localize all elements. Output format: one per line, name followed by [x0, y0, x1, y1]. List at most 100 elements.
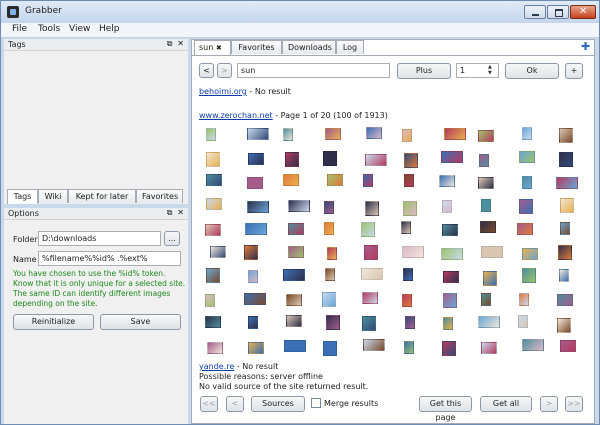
image-thumbnail[interactable] [247, 200, 269, 213]
image-thumbnail[interactable] [288, 199, 310, 212]
page-spinbox[interactable]: 1 [456, 63, 499, 78]
site-link[interactable]: behoimi.org [199, 87, 247, 96]
image-thumbnail[interactable] [560, 197, 574, 213]
image-thumbnail[interactable] [206, 197, 222, 210]
image-thumbnail[interactable] [323, 150, 337, 166]
save-button[interactable]: Save [100, 314, 181, 330]
next-page-button[interactable]: > [540, 396, 558, 412]
image-thumbnail[interactable] [248, 341, 264, 354]
image-thumbnail[interactable] [518, 315, 528, 328]
tab-log[interactable]: Log [336, 40, 364, 54]
image-thumbnail[interactable] [402, 129, 412, 142]
ok-button[interactable]: Ok [505, 63, 559, 79]
browse-folder-button[interactable]: ... [164, 231, 180, 246]
sources-button[interactable]: Sources [251, 396, 305, 412]
image-thumbnail[interactable] [559, 128, 573, 143]
image-thumbnail[interactable] [401, 221, 411, 234]
image-thumbnail[interactable] [404, 174, 414, 187]
image-thumbnail[interactable] [362, 316, 376, 331]
image-thumbnail[interactable] [326, 315, 340, 330]
image-thumbnail[interactable] [361, 222, 375, 237]
image-thumbnail[interactable] [325, 128, 341, 140]
image-thumbnail[interactable] [478, 130, 494, 142]
image-thumbnail[interactable] [403, 268, 413, 281]
maximize-button[interactable] [547, 5, 569, 19]
image-thumbnail[interactable] [244, 244, 258, 260]
close-icon[interactable]: ✕ [177, 39, 184, 48]
float-icon[interactable]: ⧉ [167, 208, 173, 217]
image-thumbnail[interactable] [481, 341, 497, 354]
add-tab-icon[interactable]: ✚ [581, 40, 590, 53]
image-thumbnail[interactable] [558, 244, 572, 260]
image-thumbnail[interactable] [206, 128, 216, 141]
tab-favorites[interactable]: Favorites [231, 40, 282, 54]
image-thumbnail[interactable] [519, 198, 533, 214]
tab-kept-for-later[interactable]: Kept for later [68, 189, 136, 203]
image-thumbnail[interactable] [404, 152, 418, 168]
image-thumbnail[interactable] [442, 224, 458, 236]
image-thumbnail[interactable] [283, 128, 293, 141]
image-thumbnail[interactable] [366, 127, 382, 139]
tab-tags[interactable]: Tags [7, 189, 38, 204]
tab-downloads[interactable]: Downloads [282, 40, 336, 54]
menu-file[interactable]: File [9, 24, 30, 34]
image-thumbnail[interactable] [519, 292, 529, 306]
image-thumbnail[interactable] [442, 340, 456, 356]
menu-view[interactable]: View [66, 24, 93, 34]
tags-list[interactable] [6, 52, 186, 188]
image-thumbnail[interactable] [560, 339, 576, 352]
image-thumbnail[interactable] [481, 198, 491, 212]
image-thumbnail[interactable] [404, 340, 414, 354]
image-thumbnail[interactable] [481, 245, 503, 258]
float-icon[interactable]: ⧉ [167, 39, 173, 48]
image-thumbnail[interactable] [325, 268, 335, 281]
image-thumbnail[interactable] [517, 223, 533, 235]
folder-input[interactable]: D:\downloads [38, 231, 161, 246]
site-link[interactable]: www.zerochan.net [199, 111, 273, 120]
title-bar[interactable]: Grabber [1, 1, 599, 23]
plus-button[interactable]: Plus [397, 63, 451, 79]
image-thumbnail[interactable] [363, 338, 385, 351]
menu-tools[interactable]: Tools [35, 24, 63, 34]
image-thumbnail[interactable] [402, 245, 424, 258]
image-thumbnail[interactable] [286, 315, 302, 327]
last-page-button[interactable]: >> [565, 396, 583, 412]
image-thumbnail[interactable] [522, 338, 544, 351]
image-thumbnail[interactable] [322, 291, 336, 307]
image-thumbnail[interactable] [247, 177, 263, 189]
image-thumbnail[interactable] [443, 292, 457, 308]
image-thumbnail[interactable] [288, 245, 304, 258]
image-thumbnail[interactable] [206, 174, 222, 186]
get-all-button[interactable]: Get all [480, 396, 532, 412]
first-page-button[interactable]: << [200, 396, 218, 412]
image-thumbnail[interactable] [559, 151, 573, 167]
image-thumbnail[interactable] [365, 200, 379, 216]
close-tab-icon[interactable]: ✖ [216, 44, 222, 52]
image-thumbnail[interactable] [443, 317, 453, 330]
image-thumbnail[interactable] [323, 340, 337, 356]
image-thumbnail[interactable] [483, 271, 497, 286]
minimize-button[interactable] [524, 5, 546, 19]
image-thumbnail[interactable] [403, 200, 417, 216]
image-thumbnail[interactable] [245, 223, 267, 235]
image-thumbnail[interactable] [364, 244, 378, 260]
image-thumbnail[interactable] [247, 128, 269, 140]
image-thumbnail[interactable] [444, 128, 466, 140]
image-thumbnail[interactable] [248, 316, 258, 329]
image-thumbnail[interactable] [327, 174, 343, 186]
image-thumbnail[interactable] [206, 268, 220, 283]
image-thumbnail[interactable] [283, 174, 299, 186]
filename-input[interactable]: %filename%%id% .%ext% [38, 251, 181, 266]
next-nav-button[interactable]: > [217, 63, 232, 78]
get-this-page-button[interactable]: Get this page [419, 396, 472, 422]
site-link[interactable]: yande.re [199, 362, 234, 371]
image-thumbnail[interactable] [557, 318, 571, 333]
image-thumbnail[interactable] [324, 222, 334, 235]
image-thumbnail[interactable] [244, 292, 266, 305]
image-thumbnail[interactable] [522, 247, 538, 260]
image-thumbnail[interactable] [556, 177, 578, 189]
image-thumbnail[interactable] [327, 246, 337, 260]
image-thumbnail[interactable] [481, 292, 491, 306]
image-thumbnail[interactable] [439, 175, 455, 187]
prev-nav-button[interactable]: < [199, 63, 214, 78]
